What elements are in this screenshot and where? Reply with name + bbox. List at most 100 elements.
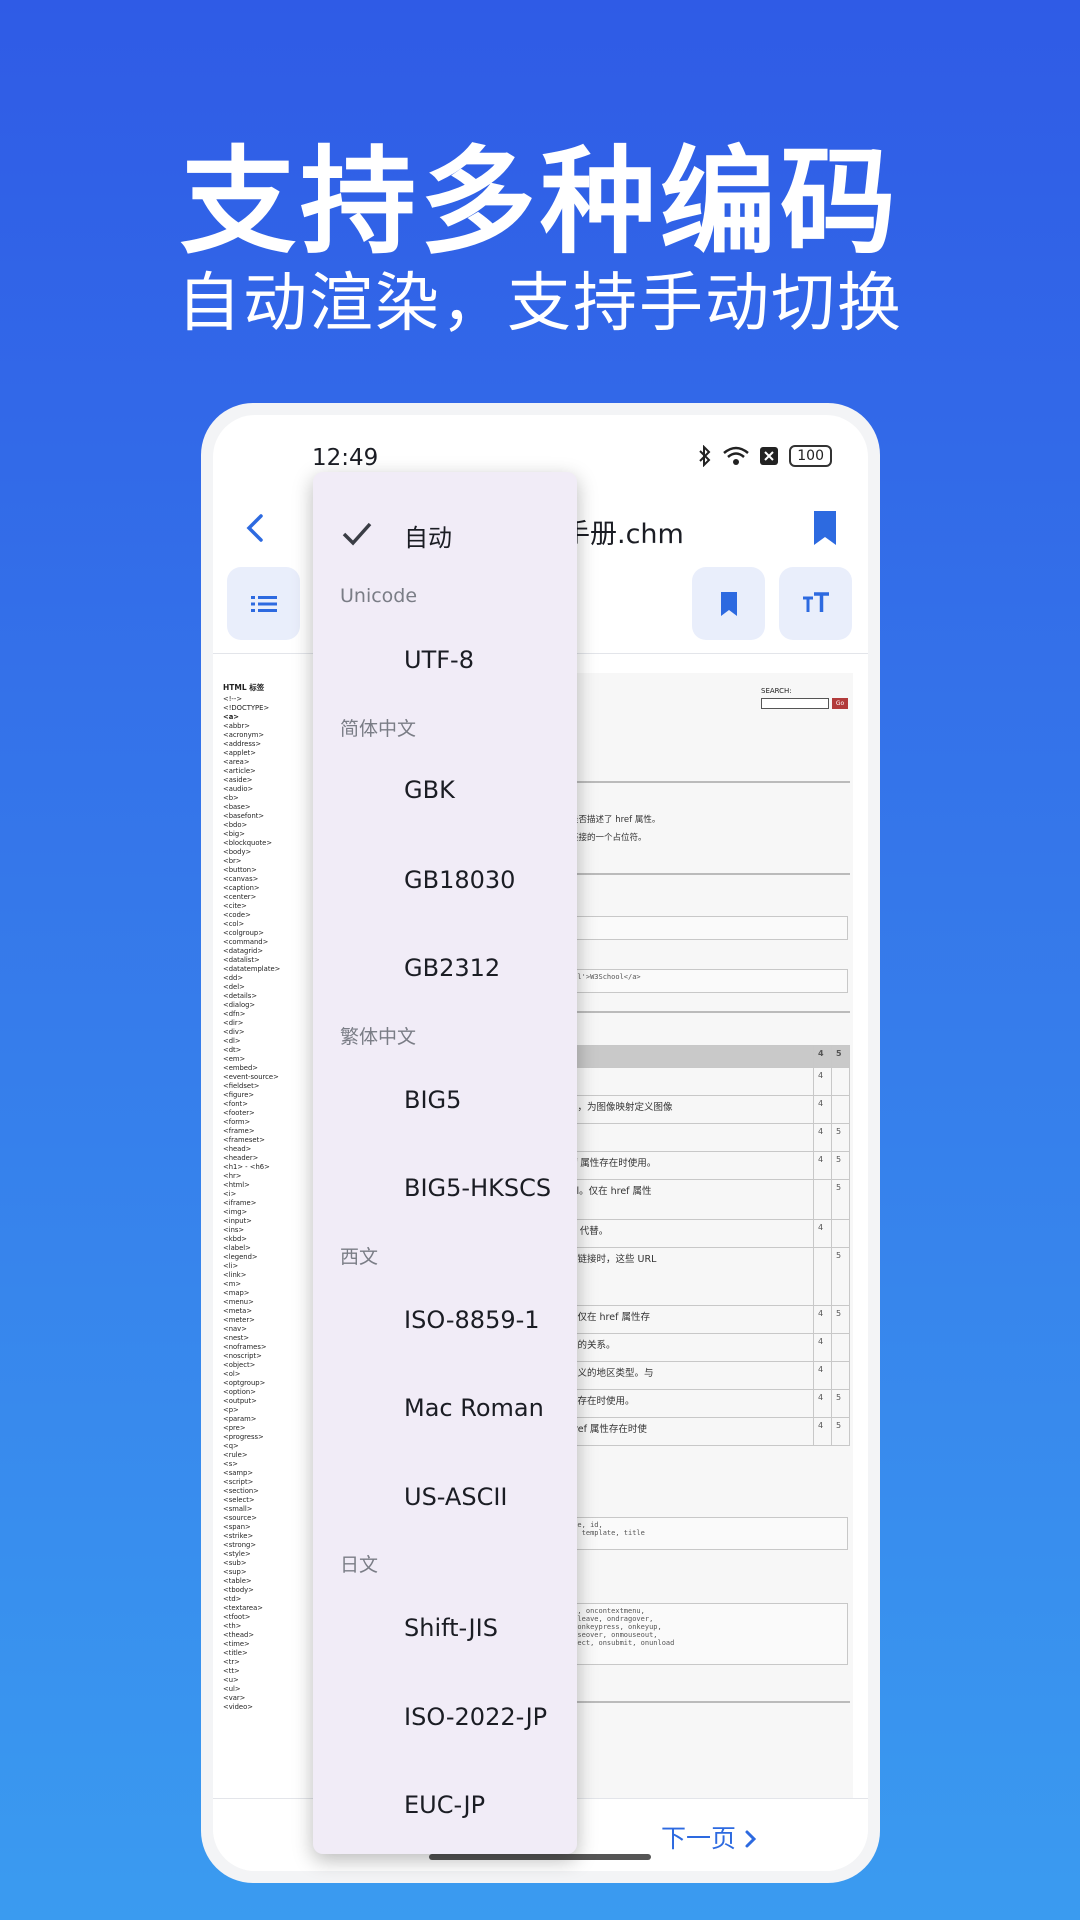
sidebar-link[interactable]: <a> — [223, 713, 303, 722]
sidebar-link[interactable]: <command> — [223, 938, 303, 947]
sidebar-link[interactable]: <font> — [223, 1100, 303, 1109]
sidebar-link[interactable]: <area> — [223, 758, 303, 767]
encoding-option-iso-2022-jp[interactable]: ISO-2022-JP — [313, 1679, 577, 1759]
encoding-option-gb2312[interactable]: GB2312 — [313, 930, 577, 1010]
sidebar-link[interactable]: <optgroup> — [223, 1379, 303, 1388]
sidebar-link[interactable]: <!--> — [223, 695, 303, 704]
sidebar-link[interactable]: <hr> — [223, 1172, 303, 1181]
next-page-button[interactable]: 下一页 — [661, 1819, 758, 1855]
sidebar-link[interactable]: <ul> — [223, 1685, 303, 1694]
sidebar-link[interactable]: <img> — [223, 1208, 303, 1217]
sidebar-link[interactable]: <datalist> — [223, 956, 303, 965]
sidebar-link[interactable]: <bdo> — [223, 821, 303, 830]
sidebar-link[interactable]: <object> — [223, 1361, 303, 1370]
sidebar-link[interactable]: <sub> — [223, 1559, 303, 1568]
sidebar-link[interactable]: <select> — [223, 1496, 303, 1505]
sidebar-link[interactable]: <style> — [223, 1550, 303, 1559]
sidebar-link[interactable]: <applet> — [223, 749, 303, 758]
sidebar-link[interactable]: <frame> — [223, 1127, 303, 1136]
sidebar-link[interactable]: <noscript> — [223, 1352, 303, 1361]
encoding-option-us-ascii[interactable]: US-ASCII — [313, 1459, 577, 1539]
sidebar-link[interactable]: <sup> — [223, 1568, 303, 1577]
sidebar-link[interactable]: <u> — [223, 1676, 303, 1685]
sidebar-link[interactable]: <acronym> — [223, 731, 303, 740]
sidebar-link[interactable]: <audio> — [223, 785, 303, 794]
sidebar-link[interactable]: <p> — [223, 1406, 303, 1415]
sidebar-link[interactable]: <link> — [223, 1271, 303, 1280]
sidebar-link[interactable]: <b> — [223, 794, 303, 803]
sidebar-link[interactable]: <canvas> — [223, 875, 303, 884]
sidebar-link[interactable]: <dd> — [223, 974, 303, 983]
sidebar-link[interactable]: <param> — [223, 1415, 303, 1424]
sidebar-link[interactable]: <del> — [223, 983, 303, 992]
sidebar-link[interactable]: <ol> — [223, 1370, 303, 1379]
sidebar-link[interactable]: <script> — [223, 1478, 303, 1487]
encoding-option-auto[interactable]: 自动 — [313, 494, 577, 574]
encoding-option-iso-8859-1[interactable]: ISO-8859-1 — [313, 1282, 577, 1362]
bookmark-icon[interactable] — [808, 508, 842, 548]
sidebar-link[interactable]: <dfn> — [223, 1010, 303, 1019]
sidebar-link[interactable]: <code> — [223, 911, 303, 920]
sidebar-link[interactable]: <datagrid> — [223, 947, 303, 956]
sidebar-link[interactable]: <kbd> — [223, 1235, 303, 1244]
sidebar-link[interactable]: <br> — [223, 857, 303, 866]
sidebar-link[interactable]: <caption> — [223, 884, 303, 893]
sidebar-link[interactable]: <datatemplate> — [223, 965, 303, 974]
encoding-option-gbk[interactable]: GBK — [313, 752, 577, 832]
sidebar-link[interactable]: <th> — [223, 1622, 303, 1631]
sidebar-link[interactable]: <title> — [223, 1649, 303, 1658]
sidebar-link[interactable]: <label> — [223, 1244, 303, 1253]
sidebar-link[interactable]: <map> — [223, 1289, 303, 1298]
sidebar-link[interactable]: <center> — [223, 893, 303, 902]
sidebar-link[interactable]: <fieldset> — [223, 1082, 303, 1091]
sidebar-link[interactable]: <em> — [223, 1055, 303, 1064]
text-size-button[interactable] — [779, 567, 852, 640]
encoding-option-mac-roman[interactable]: Mac Roman — [313, 1370, 577, 1450]
sidebar-link[interactable]: <cite> — [223, 902, 303, 911]
sidebar-link[interactable]: <pre> — [223, 1424, 303, 1433]
sidebar-link[interactable]: <header> — [223, 1154, 303, 1163]
encoding-option-euc-jp[interactable]: EUC-JP — [313, 1767, 577, 1847]
encoding-option-shift-jis[interactable]: Shift-JIS — [313, 1590, 577, 1670]
sidebar-link[interactable]: <table> — [223, 1577, 303, 1586]
sidebar-link[interactable]: <q> — [223, 1442, 303, 1451]
sidebar-link[interactable]: <dialog> — [223, 1001, 303, 1010]
sidebar-link[interactable]: <html> — [223, 1181, 303, 1190]
bookmarks-button[interactable] — [692, 567, 765, 640]
sidebar-link[interactable]: <strong> — [223, 1541, 303, 1550]
sidebar-link[interactable]: <video> — [223, 1703, 303, 1712]
encoding-option-gb18030[interactable]: GB18030 — [313, 842, 577, 922]
doc-search-go-button[interactable]: Go — [832, 698, 848, 709]
sidebar-link[interactable]: <section> — [223, 1487, 303, 1496]
sidebar-link[interactable]: <strike> — [223, 1532, 303, 1541]
sidebar-link[interactable]: <input> — [223, 1217, 303, 1226]
sidebar-link[interactable]: <abbr> — [223, 722, 303, 731]
encoding-option-utf8[interactable]: UTF-8 — [313, 622, 577, 702]
sidebar-link[interactable]: <address> — [223, 740, 303, 749]
sidebar-link[interactable]: <legend> — [223, 1253, 303, 1262]
sidebar-link[interactable]: <noframes> — [223, 1343, 303, 1352]
sidebar-link[interactable]: <button> — [223, 866, 303, 875]
sidebar-link[interactable]: <small> — [223, 1505, 303, 1514]
sidebar-link[interactable]: <frameset> — [223, 1136, 303, 1145]
sidebar-link[interactable]: <dir> — [223, 1019, 303, 1028]
sidebar-link[interactable]: <aside> — [223, 776, 303, 785]
sidebar-link[interactable]: <s> — [223, 1460, 303, 1469]
sidebar-link[interactable]: <figure> — [223, 1091, 303, 1100]
sidebar-link[interactable]: <blockquote> — [223, 839, 303, 848]
sidebar-link[interactable]: <tt> — [223, 1667, 303, 1676]
sidebar-link[interactable]: <details> — [223, 992, 303, 1001]
sidebar-link[interactable]: <rule> — [223, 1451, 303, 1460]
sidebar-link[interactable]: <article> — [223, 767, 303, 776]
sidebar-link[interactable]: <nest> — [223, 1334, 303, 1343]
sidebar-link[interactable]: <div> — [223, 1028, 303, 1037]
sidebar-link[interactable]: <embed> — [223, 1064, 303, 1073]
sidebar-link[interactable]: <h1> - <h6> — [223, 1163, 303, 1172]
sidebar-link[interactable]: <tfoot> — [223, 1613, 303, 1622]
back-arrow-icon[interactable] — [235, 508, 275, 548]
sidebar-link[interactable]: <form> — [223, 1118, 303, 1127]
sidebar-link[interactable]: <option> — [223, 1388, 303, 1397]
sidebar-link[interactable]: <!DOCTYPE> — [223, 704, 303, 713]
encoding-option-big5[interactable]: BIG5 — [313, 1062, 577, 1142]
sidebar-link[interactable]: <iframe> — [223, 1199, 303, 1208]
